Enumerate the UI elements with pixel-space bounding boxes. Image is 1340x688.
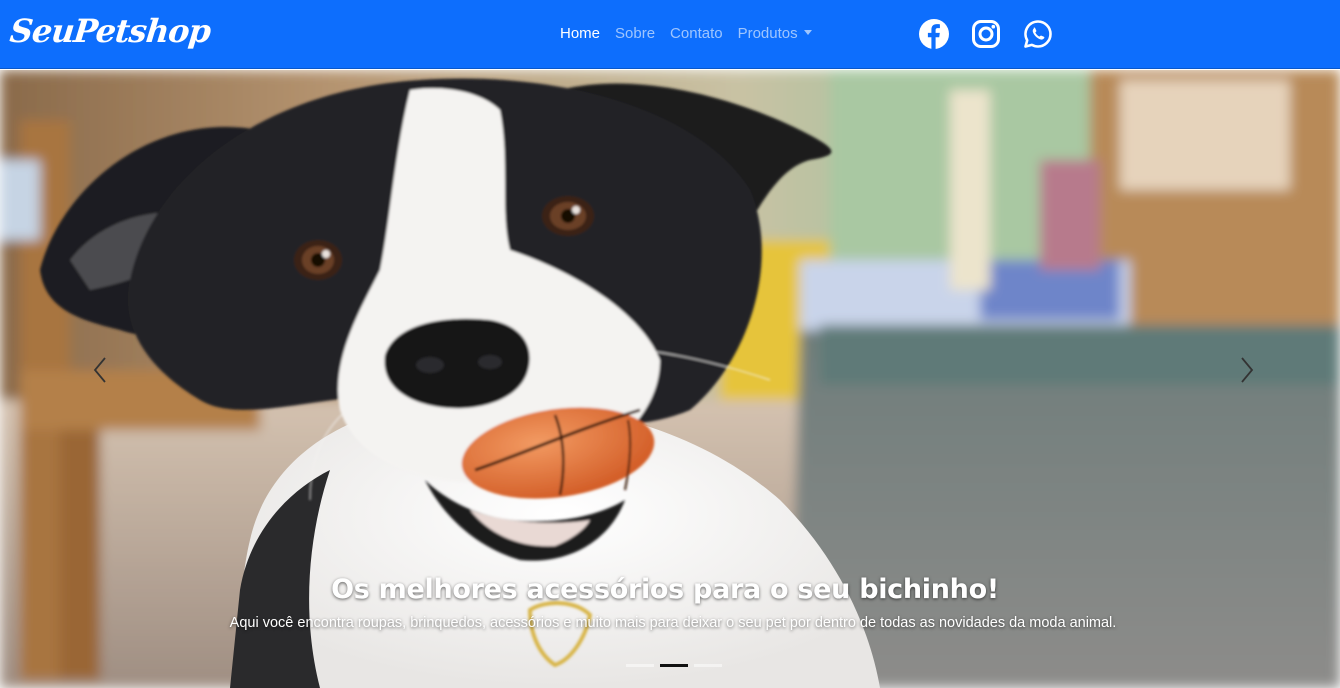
hero-carousel: Os melhores acessórios para o seu bichin… bbox=[0, 70, 1340, 688]
carousel-next-button[interactable] bbox=[1232, 350, 1262, 390]
brand-logo[interactable]: SeuPetshop bbox=[8, 12, 212, 50]
carousel-indicators bbox=[626, 664, 722, 667]
carousel-prev-button[interactable] bbox=[85, 350, 115, 390]
caption-title: Os melhores acessórios para o seu bichin… bbox=[331, 574, 999, 605]
nav-produtos-dropdown[interactable]: Produtos bbox=[738, 25, 812, 42]
nav-contato[interactable]: Contato bbox=[670, 25, 723, 42]
caret-down-icon bbox=[803, 30, 812, 35]
carousel-caption: Os melhores acessórios para o seu bichin… bbox=[0, 574, 1340, 631]
prev-arrow-icon bbox=[93, 357, 106, 383]
navbar: SeuPetshop Home Sobre Contato Produtos bbox=[0, 0, 1340, 69]
nav-sobre[interactable]: Sobre bbox=[615, 25, 655, 42]
nav-home[interactable]: Home bbox=[560, 25, 600, 42]
nav-produtos-label: Produtos bbox=[737, 25, 798, 42]
carousel-indicator-2[interactable] bbox=[660, 664, 688, 667]
whatsapp-icon[interactable] bbox=[1022, 18, 1054, 50]
social-links bbox=[918, 18, 1054, 50]
instagram-icon[interactable] bbox=[970, 18, 1002, 50]
facebook-icon[interactable] bbox=[918, 18, 950, 50]
caption-text: Aqui você encontra roupas, brinquedos, a… bbox=[229, 615, 1117, 631]
main-nav: Home Sobre Contato Produtos bbox=[560, 25, 812, 42]
carousel-indicator-1[interactable] bbox=[626, 664, 654, 667]
next-arrow-icon bbox=[1241, 357, 1254, 383]
carousel-indicator-3[interactable] bbox=[694, 664, 722, 667]
